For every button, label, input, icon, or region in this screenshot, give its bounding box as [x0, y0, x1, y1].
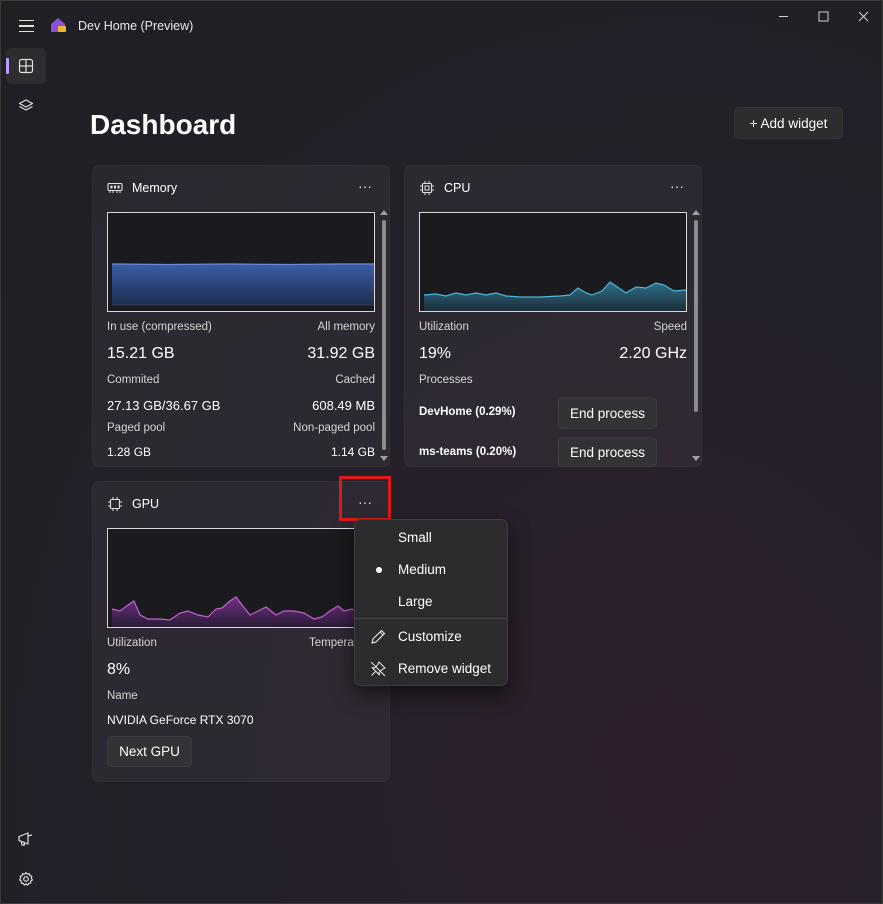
widget-title: GPU	[132, 497, 160, 511]
pencil-icon	[371, 629, 386, 644]
navigation-pane	[1, 48, 51, 903]
gpu-name-label: Name	[107, 690, 138, 702]
non-paged-pool-label: Non-paged pool	[293, 422, 375, 434]
widget-title: CPU	[444, 181, 471, 195]
menu-item-small[interactable]: Small	[359, 522, 505, 552]
cpu-chart-graph	[423, 281, 687, 311]
process-name: DevHome (0.29%)	[419, 406, 516, 418]
process-name: ms-teams (0.20%)	[419, 446, 517, 458]
highlight-box	[339, 476, 391, 521]
next-gpu-button[interactable]: Next GPU	[107, 736, 192, 767]
memory-chart	[107, 212, 375, 312]
gpu-widget: GPU ··· Utilization Tempera 8% Name NVID…	[92, 481, 390, 782]
in-use-label: In use (compressed)	[107, 321, 212, 333]
menu-item-customize[interactable]: Customize	[359, 621, 505, 651]
maximize-button[interactable]	[803, 1, 843, 31]
dev-home-logo-icon	[51, 18, 66, 32]
feedback-icon	[18, 832, 33, 846]
close-button[interactable]	[843, 1, 882, 31]
cpu-widget: CPU ··· Utilization Speed 19% 2.20 GHz P…	[404, 165, 702, 467]
layers-icon	[18, 99, 34, 111]
dashboard-icon	[18, 58, 34, 74]
menu-separator	[355, 618, 507, 619]
scroll-down-arrow[interactable]	[380, 456, 388, 461]
menu-item-label: Remove widget	[398, 660, 492, 676]
menu-item-label: Medium	[398, 561, 447, 577]
memory-icon	[107, 182, 123, 193]
committed-label: Commited	[107, 374, 160, 386]
scrollbar-thumb[interactable]	[382, 220, 386, 450]
menu-item-remove-widget[interactable]: Remove widget	[359, 653, 505, 683]
app-window: Dev Home (Preview) Dashboard + Add widge…	[0, 0, 883, 904]
nav-item-settings[interactable]	[6, 861, 46, 897]
all-memory-value: 31.92 GB	[307, 345, 375, 362]
gpu-icon	[108, 497, 122, 511]
cpu-icon	[420, 181, 434, 195]
end-process-button[interactable]: End process	[558, 437, 657, 467]
close-icon	[858, 11, 868, 21]
selected-dot-icon	[376, 567, 382, 573]
memory-chart-graph	[111, 263, 374, 306]
paged-pool-value: 1.28 GB	[107, 445, 152, 459]
minimize-button[interactable]	[763, 1, 803, 31]
maximize-icon	[818, 11, 828, 21]
gpu-chart-graph	[111, 596, 375, 627]
paged-pool-label: Paged pool	[107, 422, 166, 434]
non-paged-pool-value: 1.14 GB	[330, 445, 375, 459]
menu-item-label: Large	[398, 593, 433, 609]
end-process-button[interactable]: End process	[558, 397, 657, 429]
settings-icon	[18, 871, 34, 886]
in-use-value: 15.21 GB	[107, 345, 175, 362]
menu-item-medium[interactable]: Medium	[359, 554, 505, 584]
utilization-label: Utilization	[107, 637, 157, 649]
more-options-button[interactable]: ···	[664, 176, 690, 196]
title-bar: Dev Home (Preview)	[1, 1, 882, 49]
cpu-chart	[419, 212, 687, 312]
scroll-up-arrow[interactable]	[380, 210, 388, 215]
utilization-label: Utilization	[419, 321, 469, 333]
menu-item-label: Customize	[398, 628, 462, 644]
widget-header: CPU	[419, 180, 470, 196]
speed-label: Speed	[653, 321, 687, 333]
scroll-down-arrow[interactable]	[692, 456, 700, 461]
nav-item-dashboard[interactable]	[6, 48, 46, 84]
widget-header: Memory	[107, 180, 177, 196]
page-title: Dashboard	[90, 109, 237, 140]
scrollbar-thumb[interactable]	[694, 220, 698, 412]
memory-widget: Memory ··· In use (compressed) All memor…	[92, 165, 390, 467]
selection-indicator	[6, 58, 9, 74]
processes-label: Processes	[419, 374, 473, 386]
menu-item-large[interactable]: Large	[359, 586, 505, 616]
widget-header: GPU	[107, 496, 159, 512]
nav-item-machine-config[interactable]	[6, 88, 46, 124]
menu-item-label: Small	[398, 529, 432, 545]
widget-context-menu: Small Medium Large Customize Remove widg…	[354, 519, 508, 686]
app-title: Dev Home (Preview)	[78, 19, 194, 33]
utilization-value: 8%	[107, 661, 131, 678]
all-memory-label: All memory	[317, 321, 375, 333]
nav-item-whats-new[interactable]	[6, 821, 46, 857]
scroll-up-arrow[interactable]	[692, 210, 700, 215]
gpu-name-value: NVIDIA GeForce RTX 3070	[107, 713, 254, 727]
hamburger-menu-icon[interactable]	[12, 13, 40, 39]
cached-value: 608.49 MB	[312, 398, 375, 413]
temperature-label: Tempera	[309, 637, 354, 649]
gpu-chart	[107, 528, 375, 628]
add-widget-button[interactable]: + Add widget	[734, 107, 843, 139]
cached-label: Cached	[335, 374, 375, 386]
unpin-icon	[370, 661, 386, 677]
speed-value: 2.20 GHz	[619, 345, 687, 362]
utilization-value: 19%	[419, 345, 452, 362]
more-options-button[interactable]: ···	[352, 176, 378, 196]
committed-value: 27.13 GB/36.67 GB	[107, 398, 221, 413]
widget-title: Memory	[132, 181, 178, 195]
minimize-icon	[778, 15, 788, 17]
